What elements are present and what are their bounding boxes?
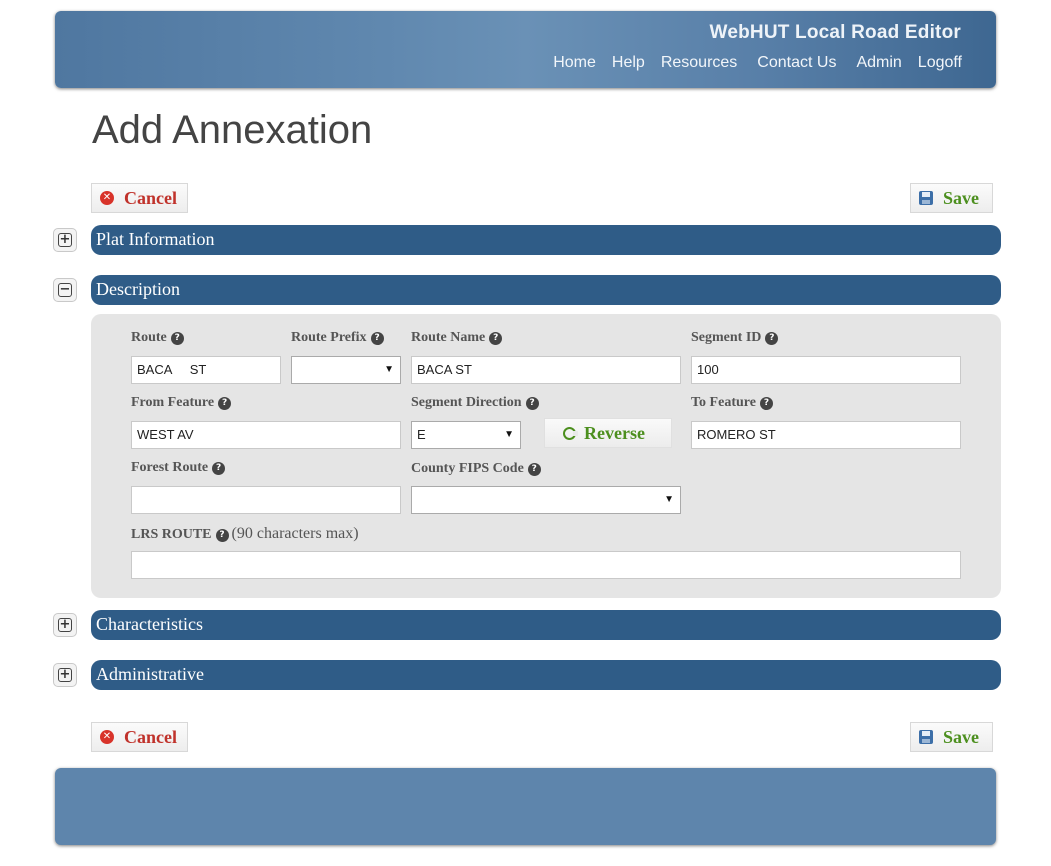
nav-admin-link[interactable]: Admin xyxy=(856,54,901,72)
plus-icon: + xyxy=(58,232,72,247)
route-prefix-select[interactable]: ▼ xyxy=(291,356,401,384)
help-icon[interactable]: ? xyxy=(215,529,229,542)
chevron-down-icon: ▼ xyxy=(504,429,514,440)
segment-id-label: Segment ID? xyxy=(691,330,779,346)
to-feature-input[interactable]: ROMERO ST xyxy=(691,421,961,449)
segment-id-input[interactable]: 100 xyxy=(691,356,961,384)
chevron-down-icon: ▼ xyxy=(384,364,394,375)
nav-logoff-link[interactable]: Logoff xyxy=(918,54,962,72)
route-prefix-label: Route Prefix? xyxy=(291,330,384,346)
nav-help-link[interactable]: Help xyxy=(612,54,645,72)
app-footer xyxy=(55,768,996,845)
help-icon[interactable]: ? xyxy=(370,332,384,345)
help-icon[interactable]: ? xyxy=(525,397,539,410)
page-title: Add Annexation xyxy=(92,108,373,152)
characteristics-expand-toggle[interactable]: + xyxy=(53,613,77,637)
section-characteristics[interactable]: Characteristics xyxy=(91,610,1001,640)
forest-route-label: Forest Route? xyxy=(131,460,226,476)
plat-expand-toggle[interactable]: + xyxy=(53,228,77,252)
cancel-button-bottom[interactable]: ✕ Cancel xyxy=(91,722,188,752)
to-feature-label: To Feature? xyxy=(691,395,773,411)
segment-direction-select[interactable]: E ▼ xyxy=(411,421,521,449)
app-title: WebHUT Local Road Editor xyxy=(709,22,961,43)
cancel-label: Cancel xyxy=(124,726,177,747)
reverse-label: Reverse xyxy=(584,422,645,443)
app-header: WebHUT Local Road Editor Home Help Resou… xyxy=(55,11,996,88)
cancel-label: Cancel xyxy=(124,187,177,208)
nav-contact-link[interactable]: Contact Us xyxy=(757,54,836,72)
from-feature-label: From Feature? xyxy=(131,395,232,411)
chevron-down-icon: ▼ xyxy=(664,494,674,505)
save-label: Save xyxy=(943,726,979,747)
lrs-route-input[interactable] xyxy=(131,551,961,579)
help-icon[interactable]: ? xyxy=(527,463,541,476)
help-icon[interactable]: ? xyxy=(212,462,226,475)
plus-icon: + xyxy=(58,617,72,632)
help-icon[interactable]: ? xyxy=(489,332,503,345)
route-input[interactable]: BACA ST xyxy=(131,356,281,384)
county-fips-select[interactable]: ▼ xyxy=(411,486,681,514)
cancel-button-top[interactable]: ✕ Cancel xyxy=(91,183,188,213)
route-name-label: Route Name? xyxy=(411,330,503,346)
help-icon[interactable]: ? xyxy=(170,332,184,345)
county-fips-label: County FIPS Code? xyxy=(411,461,541,477)
help-icon[interactable]: ? xyxy=(218,397,232,410)
section-administrative[interactable]: Administrative xyxy=(91,660,1001,690)
nav-resources-link[interactable]: Resources xyxy=(661,54,737,72)
main-nav: Home Help Resources Contact Us Admin Log… xyxy=(553,54,962,72)
cancel-icon: ✕ xyxy=(100,730,114,744)
save-button-bottom[interactable]: Save xyxy=(910,722,993,752)
save-icon xyxy=(919,730,933,744)
cancel-icon: ✕ xyxy=(100,191,114,205)
forest-route-input[interactable] xyxy=(131,486,401,514)
help-icon[interactable]: ? xyxy=(765,332,779,345)
lrs-route-label: LRS ROUTE? (90 characters max) xyxy=(131,525,359,542)
minus-icon: − xyxy=(58,282,72,297)
help-icon[interactable]: ? xyxy=(759,397,773,410)
administrative-expand-toggle[interactable]: + xyxy=(53,663,77,687)
reverse-icon xyxy=(563,426,578,440)
save-icon xyxy=(919,191,933,205)
section-plat-information[interactable]: Plat Information xyxy=(91,225,1001,255)
description-collapse-toggle[interactable]: − xyxy=(53,278,77,302)
section-description[interactable]: Description xyxy=(91,275,1001,305)
nav-home-link[interactable]: Home xyxy=(553,54,596,72)
from-feature-input[interactable]: WEST AV xyxy=(131,421,401,449)
save-label: Save xyxy=(943,187,979,208)
save-button-top[interactable]: Save xyxy=(910,183,993,213)
route-label: Route? xyxy=(131,330,184,346)
segment-direction-label: Segment Direction? xyxy=(411,395,539,411)
route-name-input[interactable]: BACA ST xyxy=(411,356,681,384)
lrs-route-note: (90 characters max) xyxy=(231,525,359,542)
plus-icon: + xyxy=(58,667,72,682)
reverse-button[interactable]: Reverse xyxy=(544,418,672,448)
